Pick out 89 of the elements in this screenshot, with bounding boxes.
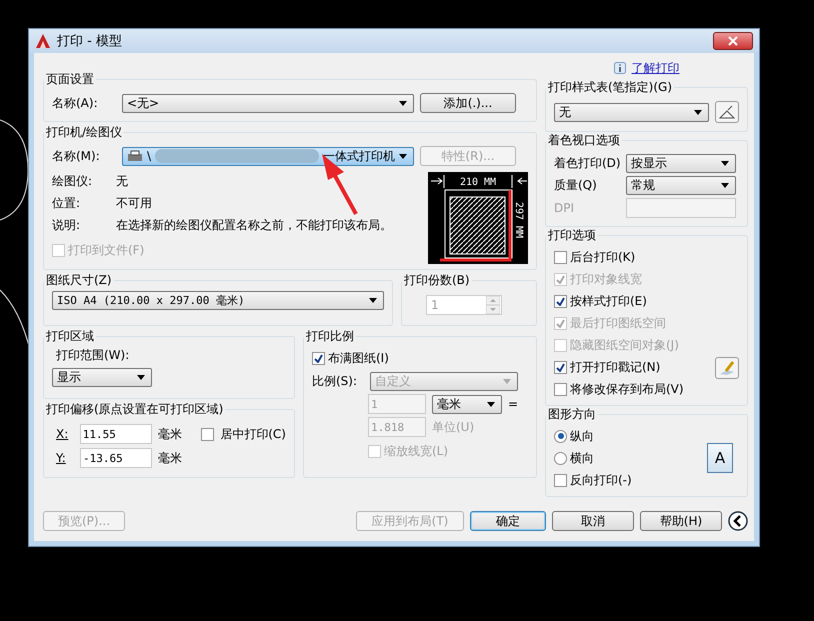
group-title: 打印区域	[45, 328, 95, 345]
app-logo-icon	[35, 33, 51, 49]
info-value: 不可用	[116, 195, 152, 212]
unit-label: 毫米	[158, 426, 183, 442]
name-label: 名称(M):	[52, 148, 101, 164]
dialog-button[interactable]: 帮助(H)	[640, 511, 722, 531]
fit-to-paper-checkbox[interactable]	[312, 352, 325, 364]
option-dropdown[interactable]: 按显示	[626, 154, 736, 173]
stamp-settings-button[interactable]	[715, 357, 739, 379]
group-title: 图纸尺寸(Z)	[45, 272, 113, 289]
info-label: 说明:	[52, 217, 82, 234]
caret-icon	[721, 161, 729, 166]
info-icon	[614, 62, 626, 74]
printer-dropdown[interactable]: \ 一体式打印机	[122, 146, 414, 166]
checkbox-label: 按样式打印(E)	[570, 292, 647, 310]
spinner-arrows-icon	[486, 296, 500, 314]
printer-icon	[127, 150, 143, 162]
add-button[interactable]: 添加(.)...	[420, 93, 516, 113]
x-label: X:	[55, 427, 70, 441]
unit-dropdown[interactable]: 毫米	[432, 394, 502, 414]
caret-icon	[694, 110, 702, 114]
reverse-plot-checkbox[interactable]	[554, 474, 567, 486]
radio-label: 横向	[570, 450, 594, 466]
close-button[interactable]	[713, 32, 753, 50]
checkbox-label: 打印到文件(F)	[68, 242, 144, 258]
caret-icon	[137, 375, 145, 380]
option-label: 着色打印(D)	[554, 155, 620, 172]
info-label: 位置:	[52, 195, 82, 212]
option-checkbox[interactable]	[554, 294, 567, 308]
unit-label: 毫米	[158, 450, 183, 466]
checkbox-label: 缩放线宽(L)	[384, 442, 448, 460]
portrait-page-icon: A	[707, 443, 733, 473]
plot-style-dropdown[interactable]: 无	[554, 102, 709, 122]
caret-icon	[369, 298, 377, 303]
option-checkbox[interactable]	[554, 360, 567, 374]
dpi-label: DPI	[554, 201, 576, 215]
caret-icon	[503, 379, 511, 384]
collapse-button[interactable]	[728, 511, 748, 531]
option-label: 质量(Q)	[554, 177, 598, 194]
close-icon	[728, 36, 738, 46]
checkbox-label: 布满图纸(I)	[328, 350, 389, 366]
y-label: Y:	[55, 451, 67, 465]
dialog-button[interactable]: 取消	[552, 511, 634, 531]
group-title: 图形方向	[547, 406, 597, 423]
group-title: 打印比例	[305, 328, 355, 345]
caret-icon	[487, 402, 495, 406]
orientation-radio[interactable]	[554, 452, 567, 464]
info-value: 无	[116, 173, 128, 190]
checkbox-label: 打开打印戳记(N)	[570, 358, 660, 376]
option-checkbox[interactable]	[554, 382, 567, 396]
paper-size-dropdown[interactable]: ISO A4 (210.00 x 297.00 毫米)	[52, 291, 384, 310]
option-dropdown[interactable]: 常规	[626, 176, 736, 195]
plot-range-label: 打印范围(W):	[55, 347, 130, 364]
learn-printing-link[interactable]: 了解打印	[632, 60, 680, 76]
radio-label: 纵向	[570, 428, 594, 444]
dialog-button[interactable]: 确定	[470, 511, 546, 531]
checkbox-label: 居中打印(C)	[220, 426, 286, 442]
x-offset-field[interactable]: 11.55	[80, 424, 152, 444]
checkbox-label: 隐藏图纸空间对象(J)	[570, 336, 679, 354]
units-label: 单位(U)	[432, 418, 474, 436]
group-title: 着色视口选项	[547, 132, 621, 149]
info-value: 在选择新的绘图仪配置名称之前，不能打印该布局。	[116, 217, 392, 234]
paper-preview-drawing: 210 MM 297 MM	[428, 172, 528, 264]
group-title: 打印机/绘图仪	[45, 124, 124, 141]
name-label: 名称(A):	[52, 94, 99, 112]
scale-label: 比例(S):	[312, 373, 358, 390]
caret-icon	[399, 100, 407, 106]
option-checkbox[interactable]	[554, 250, 567, 264]
checkbox-label: 将修改保存到布局(V)	[570, 380, 684, 398]
page-setup-dropdown[interactable]: <无>	[122, 94, 414, 112]
equals-sign: =	[508, 397, 518, 411]
checkbox-label: 后台打印(K)	[570, 248, 636, 266]
checkbox-label: 反向打印(-)	[570, 472, 632, 488]
group-title: 打印选项	[547, 227, 597, 244]
group-title: 打印份数(B)	[403, 272, 471, 289]
info-label: 绘图仪:	[52, 173, 94, 190]
window-title: 打印 - 模型	[57, 33, 123, 50]
checkbox-label: 最后打印图纸空间	[570, 314, 666, 332]
edit-button[interactable]	[715, 101, 739, 123]
y-offset-field[interactable]: -13.65	[80, 448, 152, 468]
caret-icon	[721, 183, 729, 188]
group-title: 页面设置	[45, 71, 95, 88]
checkbox-label: 打印对象线宽	[570, 270, 642, 288]
group-title: 打印样式表(笔指定)(G)	[547, 79, 674, 96]
caret-icon	[399, 154, 407, 158]
center-plot-checkbox[interactable]	[201, 428, 214, 440]
orientation-radio[interactable]	[554, 430, 567, 442]
group-title: 打印偏移(原点设置在可打印区域)	[45, 401, 224, 418]
plot-range-dropdown[interactable]: 显示	[52, 368, 152, 387]
